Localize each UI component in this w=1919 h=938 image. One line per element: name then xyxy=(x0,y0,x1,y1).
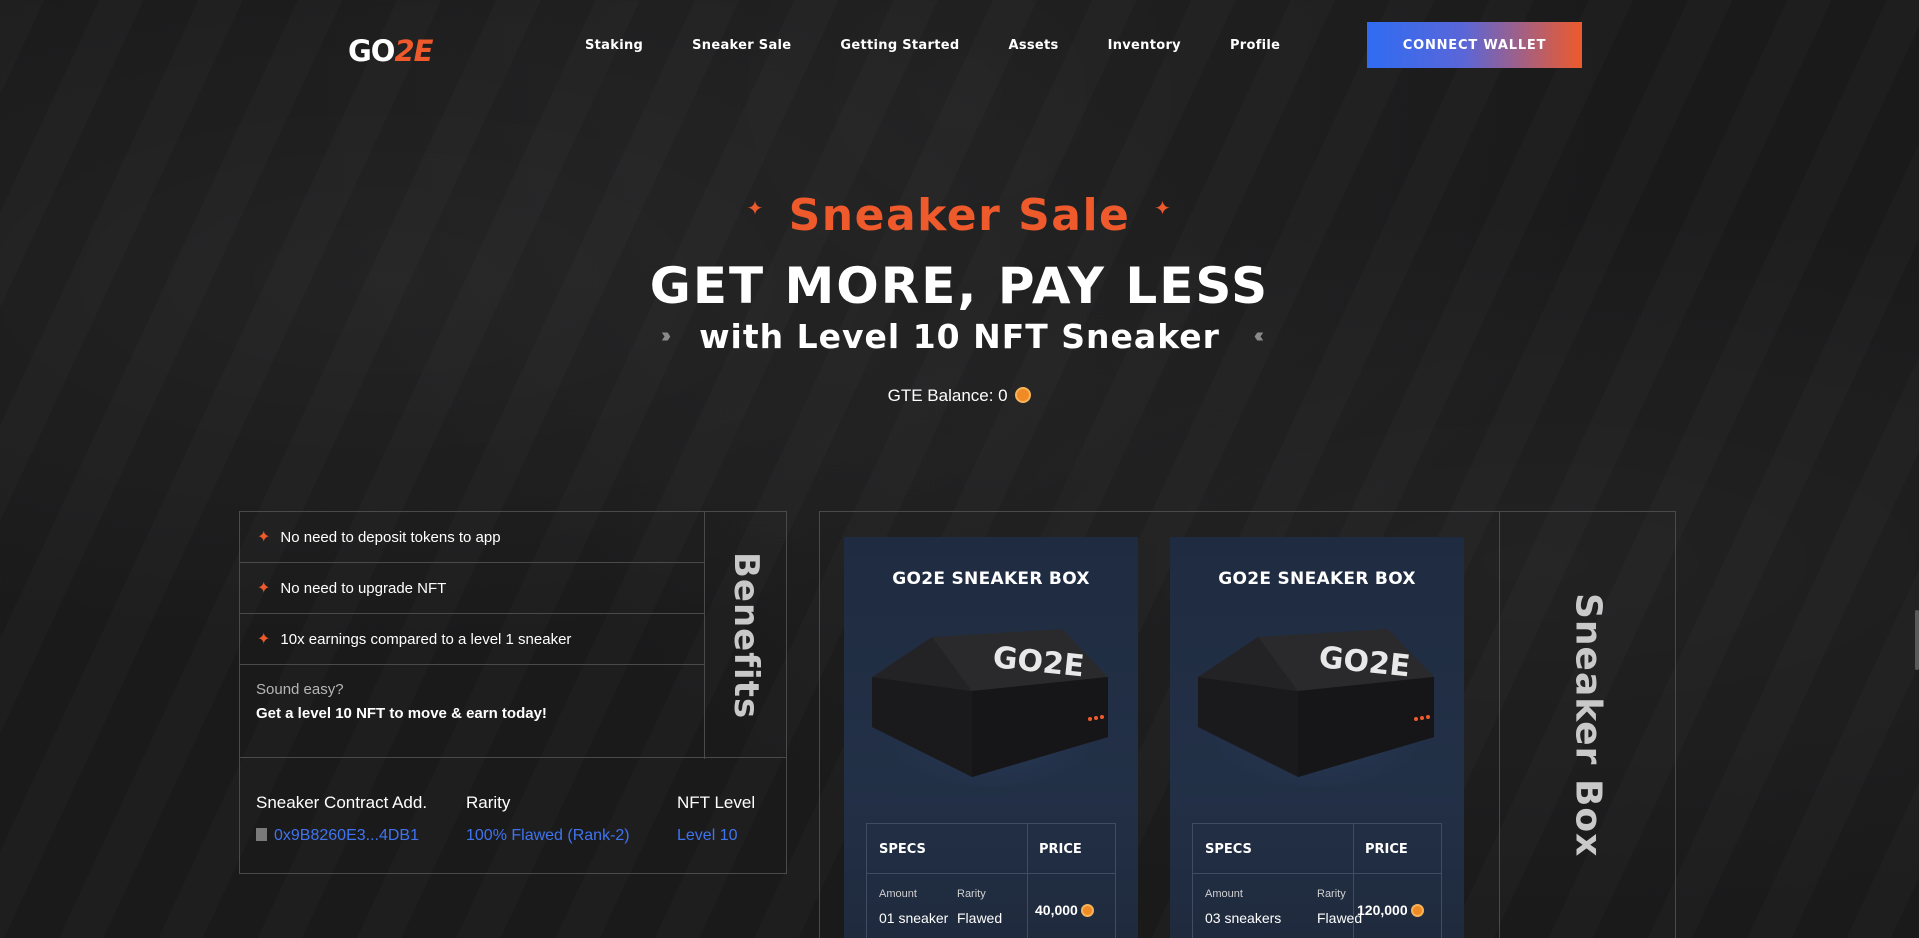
nft-level-col: NFT Level Level 10 xyxy=(677,793,755,845)
specs-header: SPECS xyxy=(1205,842,1252,857)
connect-wallet-button[interactable]: CONNECT WALLET xyxy=(1367,22,1582,68)
rarity-value[interactable]: 100% Flawed (Rank-2) xyxy=(466,827,630,845)
price-value: 120,000 xyxy=(1357,902,1408,918)
specs-header-row: SPECS PRICE xyxy=(867,824,1115,874)
benefit-item: ✦ No need to upgrade NFT xyxy=(240,563,704,614)
benefit-cta: Sound easy? Get a level 10 NFT to move &… xyxy=(240,665,704,738)
sneaker-box-image: GO2E xyxy=(872,627,1112,787)
card-title: GO2E SNEAKER BOX xyxy=(892,569,1090,589)
sparkle-icon: ✦ xyxy=(746,196,765,220)
rarity-value: Flawed xyxy=(957,910,1003,926)
nft-level-header: NFT Level xyxy=(677,793,756,812)
contract-address-value: 0x9B8260E3...4DB1 xyxy=(274,827,419,844)
benefit-question: Sound easy? xyxy=(256,681,344,698)
amount-label: Amount xyxy=(879,888,917,900)
box-price: 40,000 xyxy=(1035,902,1094,918)
specs-table: SPECS PRICE Amount Rarity 01 sneaker Fla… xyxy=(866,823,1116,938)
gte-balance: GTE Balance: 0 xyxy=(0,386,1919,406)
contract-address-header: Sneaker Contract Add. xyxy=(256,793,428,812)
top-navbar: GO2E Staking Sneaker Sale Getting Starte… xyxy=(348,22,1583,68)
amount-value: 03 sneakers xyxy=(1205,910,1282,926)
hero-subline-row: ›››››› with Level 10 NFT Sneaker ‹‹‹‹‹‹ xyxy=(0,317,1919,356)
specs-header: SPECS xyxy=(879,842,926,857)
nav-assets[interactable]: Assets xyxy=(1008,38,1058,53)
sale-title-wrap: ✦ Sneaker Sale ✦ xyxy=(747,190,1171,241)
sneaker-box-side-label: Sneaker Box xyxy=(1499,512,1676,938)
nav-profile[interactable]: Profile xyxy=(1230,38,1280,53)
benefits-panel: ✦ No need to deposit tokens to app ✦ No … xyxy=(239,511,787,759)
benefit-text: No need to deposit tokens to app xyxy=(280,528,501,546)
price-value: 40,000 xyxy=(1035,902,1078,918)
specs-header-row: SPECS PRICE xyxy=(1193,824,1441,874)
sneaker-box-label: Sneaker Box xyxy=(1567,593,1609,858)
hero-headline: GET MORE, PAY LESS xyxy=(649,257,1270,315)
box-price: 120,000 xyxy=(1357,902,1424,918)
main-nav: Staking Sneaker Sale Getting Started Ass… xyxy=(585,38,1329,53)
benefit-call-to-action: Get a level 10 NFT to move & earn today! xyxy=(256,705,547,722)
page-title: Sneaker Sale xyxy=(788,190,1131,241)
contract-info: Sneaker Contract Add. 0x9B8260E3...4DB1 … xyxy=(239,758,787,874)
rarity-label: Rarity xyxy=(957,888,986,900)
rarity-col: Rarity 100% Flawed (Rank-2) xyxy=(466,793,630,845)
nav-inventory[interactable]: Inventory xyxy=(1108,38,1181,53)
amount-value: 01 sneaker xyxy=(879,910,949,926)
hero-subline: with Level 10 NFT Sneaker xyxy=(699,317,1220,356)
sneaker-box-card[interactable]: GO2E SNEAKER BOX GO2E SPECS PRICE Amount… xyxy=(1170,537,1464,938)
rarity-header: Rarity xyxy=(466,793,511,812)
logo-text-primary: GO xyxy=(348,34,395,68)
benefit-item: ✦ 10x earnings compared to a level 1 sne… xyxy=(240,614,704,665)
nft-level-value[interactable]: Level 10 xyxy=(677,827,755,845)
sneaker-box-card[interactable]: GO2E SNEAKER BOX GO2E SPECS PRICE Amount… xyxy=(844,537,1138,938)
benefit-list: ✦ No need to deposit tokens to app ✦ No … xyxy=(240,512,704,738)
nav-getting-started[interactable]: Getting Started xyxy=(840,38,959,53)
sparkle-icon: ✦ xyxy=(1154,196,1173,220)
benefits-label: Benefits xyxy=(726,551,766,720)
rarity-value: Flawed xyxy=(1317,910,1363,926)
copy-document-icon[interactable] xyxy=(256,828,267,841)
hero-section: ✦ Sneaker Sale ✦ GET MORE, PAY LESS ››››… xyxy=(0,190,1919,406)
specs-divider xyxy=(1027,824,1028,938)
benefit-text: No need to upgrade NFT xyxy=(280,579,447,597)
price-header: PRICE xyxy=(1365,842,1408,857)
star-icon: ✦ xyxy=(257,529,271,546)
sneaker-box-panel: GO2E SNEAKER BOX GO2E SPECS PRICE Amount… xyxy=(819,511,1676,938)
gte-coin-icon xyxy=(1410,904,1424,917)
specs-table: SPECS PRICE Amount Rarity 03 sneakers Fl… xyxy=(1192,823,1442,938)
gte-coin-icon xyxy=(1080,904,1094,917)
amount-label: Amount xyxy=(1205,888,1243,900)
star-icon: ✦ xyxy=(257,631,271,648)
go2e-logo[interactable]: GO2E xyxy=(348,34,433,68)
benefits-side-label: Benefits xyxy=(704,512,787,759)
contract-address-link[interactable]: 0x9B8260E3...4DB1 xyxy=(256,827,427,845)
price-header: PRICE xyxy=(1039,842,1082,857)
rarity-label: Rarity xyxy=(1317,888,1346,900)
card-title: GO2E SNEAKER BOX xyxy=(1218,569,1416,589)
benefit-item: ✦ No need to deposit tokens to app xyxy=(240,512,704,563)
contract-address-col: Sneaker Contract Add. 0x9B8260E3...4DB1 xyxy=(256,793,427,845)
scrollbar-thumb[interactable] xyxy=(1915,610,1919,670)
gte-coin-icon xyxy=(1015,387,1032,403)
benefit-text: 10x earnings compared to a level 1 sneak… xyxy=(280,630,572,648)
nav-sneaker-sale[interactable]: Sneaker Sale xyxy=(692,38,791,53)
gte-balance-text: GTE Balance: 0 xyxy=(887,386,1008,405)
chevrons-left-icon: ‹‹‹‹‹‹ xyxy=(1253,325,1264,347)
nav-staking[interactable]: Staking xyxy=(585,38,643,53)
sneaker-box-image: GO2E xyxy=(1198,627,1438,787)
chevrons-right-icon: ›››››› xyxy=(661,325,671,347)
logo-text-accent: 2E xyxy=(394,34,433,68)
star-icon: ✦ xyxy=(257,580,271,597)
